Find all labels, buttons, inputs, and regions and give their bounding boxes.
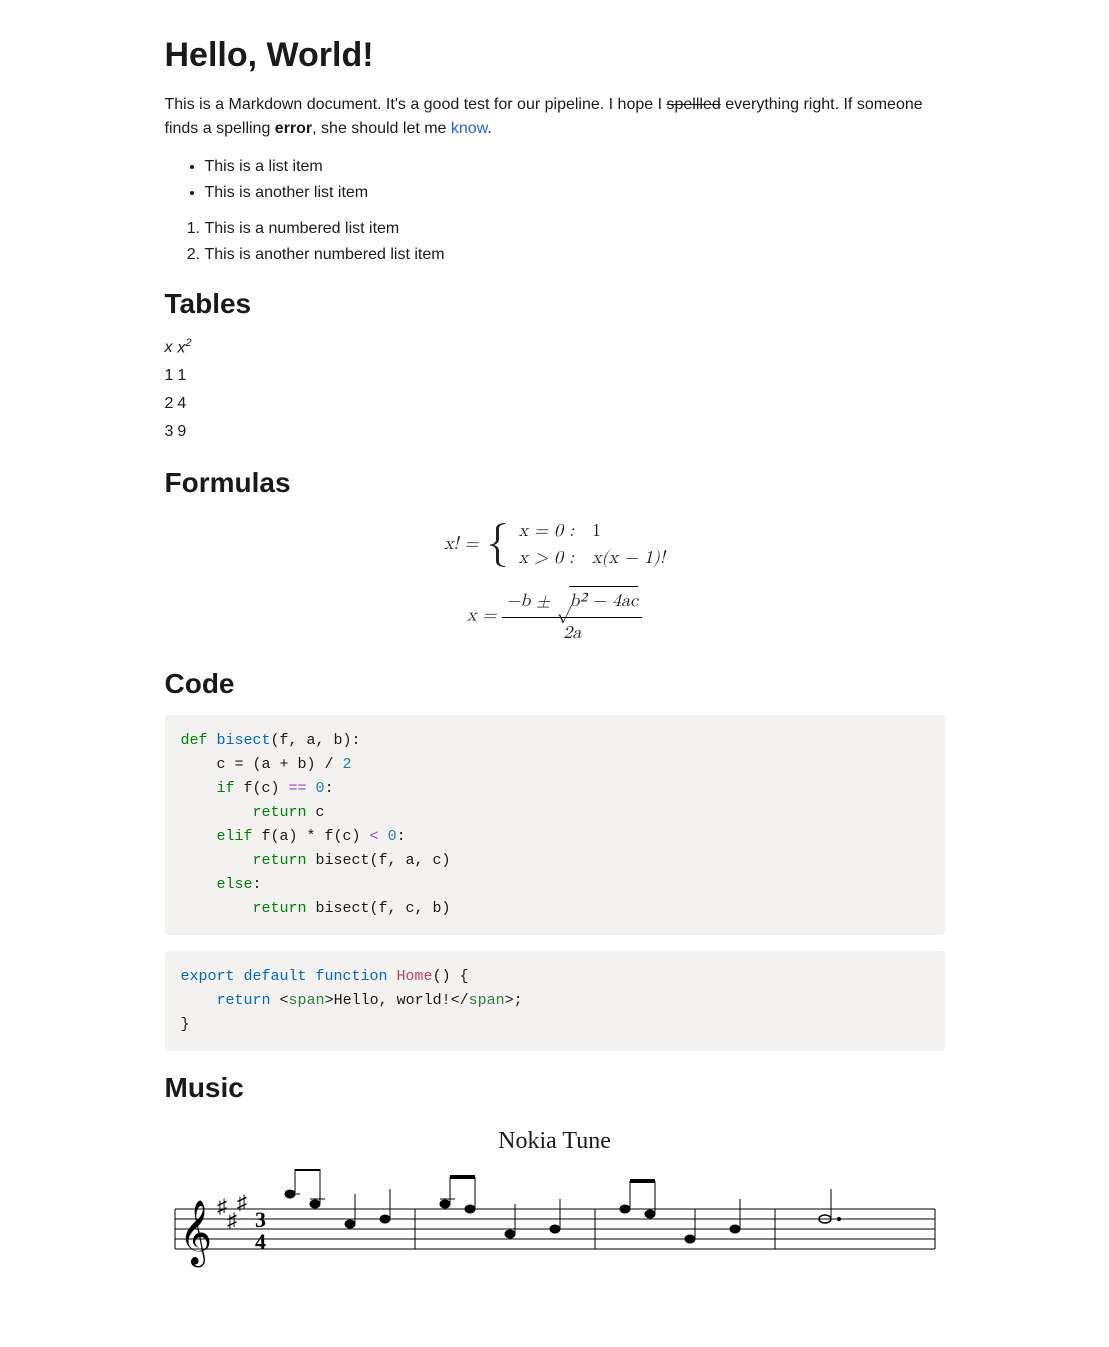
treble-clef-icon: 𝄞: [179, 1200, 212, 1267]
section-tables: Tables: [165, 283, 945, 325]
intro-bold: error: [275, 120, 312, 137]
table-cell: 1: [177, 362, 195, 390]
section-music: Music: [165, 1067, 945, 1109]
table-row: 1 1: [165, 362, 196, 390]
quadratic-formula: x = −b ± b² − 4ac 2a: [165, 586, 945, 647]
section-code: Code: [165, 663, 945, 705]
case-condition: x = 0 :: [519, 518, 574, 545]
formula-lhs: x! =: [444, 535, 479, 553]
formula-lhs: x =: [467, 607, 496, 625]
denominator: 2a: [502, 618, 642, 647]
table-cell: 1: [165, 362, 178, 390]
intro-text: .: [487, 120, 491, 137]
code-block-python: def bisect(f, a, b): c = (a + b) / 2 if …: [165, 715, 945, 935]
table-header-x2: x2: [177, 333, 195, 362]
case-value: x(x − 1)!: [592, 545, 665, 572]
sharp-icon: ♯: [217, 1196, 227, 1218]
table-cell: 9: [177, 418, 195, 446]
table-row: 3 9: [165, 418, 196, 446]
table-row: 2 4: [165, 390, 196, 418]
intro-link[interactable]: know: [451, 120, 487, 137]
list-item: This is another list item: [205, 181, 945, 205]
intro-paragraph: This is a Markdown document. It's a good…: [165, 93, 945, 141]
section-formulas: Formulas: [165, 462, 945, 504]
intro-strike: spellled: [666, 96, 720, 113]
page-title: Hello, World!: [165, 30, 945, 81]
unordered-list: This is a list item This is another list…: [165, 155, 945, 205]
sharp-icon: ♯: [227, 1210, 237, 1232]
table-cell: 3: [165, 418, 178, 446]
code-block-jsx: export default function Home() { return …: [165, 951, 945, 1051]
squares-table: x x2 1 1 2 4 3 9: [165, 333, 196, 446]
intro-text: This is a Markdown document. It's a good…: [165, 96, 667, 113]
numerator-pre: −b ±: [506, 592, 556, 610]
case-condition: x > 0 :: [519, 545, 574, 572]
list-item: This is another numbered list item: [205, 243, 945, 267]
list-item: This is a numbered list item: [205, 217, 945, 241]
music-staff: 𝄞 ♯ ♯ ♯ 3 4: [165, 1169, 945, 1279]
factorial-formula: x! = { x = 0 : 1 x > 0 : x(x − 1)!: [165, 518, 945, 572]
time-sig-denominator: 4: [255, 1229, 266, 1254]
case-value: 1: [592, 518, 601, 545]
list-item: This is a list item: [205, 155, 945, 179]
table-cell: 4: [177, 390, 195, 418]
ordered-list: This is a numbered list item This is ano…: [165, 217, 945, 267]
table-header-x: x: [165, 333, 178, 362]
radicand: b² − 4ac: [569, 586, 638, 615]
table-cell: 2: [165, 390, 178, 418]
music-title: Nokia Tune: [165, 1123, 945, 1159]
intro-text: , she should let me: [312, 120, 451, 137]
music-block: Nokia Tune 𝄞 ♯ ♯ ♯ 3 4: [165, 1123, 945, 1287]
